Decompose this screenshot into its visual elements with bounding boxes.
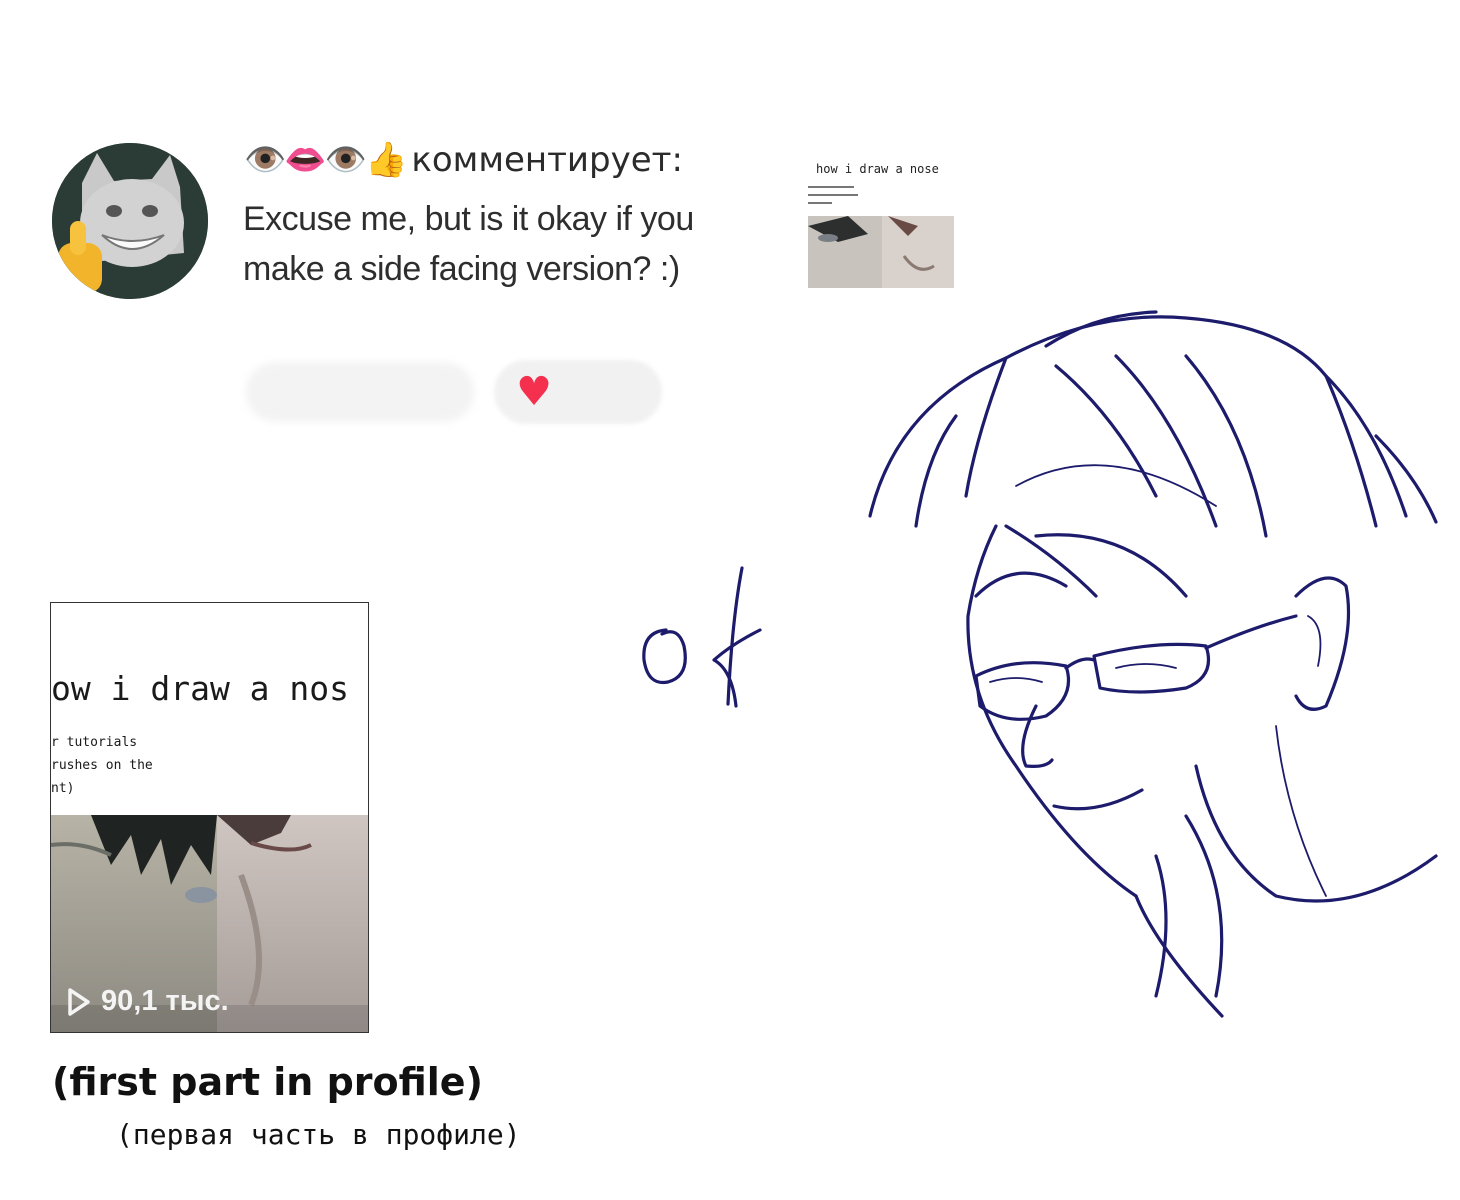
video-card-line-2: rushes on the: [51, 758, 153, 773]
play-icon: [68, 987, 90, 1016]
username-emoji[interactable]: 👁️👄👁️👍: [244, 140, 407, 180]
view-count-value: 90,1 тыс.: [101, 985, 229, 1017]
video-card-title: ow i draw a nos: [51, 669, 350, 708]
reference-video-thumbnail[interactable]: how i draw a nose: [808, 158, 954, 288]
commenter-avatar[interactable]: [52, 143, 208, 299]
reference-subtitle-lines: [808, 186, 858, 210]
comment-action-label: комментирует:: [411, 140, 683, 180]
video-card[interactable]: ow i draw a nos r tutorials rushes on th…: [50, 602, 369, 1033]
video-card-line-1: r tutorials: [51, 735, 138, 750]
character-sketch-drawing: [868, 310, 1438, 1018]
comment-text: Excuse me, but is it okay if you make a …: [243, 200, 694, 288]
comment-header: 👁️👄👁️👍 комментирует:: [244, 140, 683, 180]
video-card-line-3: nt): [51, 781, 75, 796]
reference-title: how i draw a nose: [816, 162, 939, 176]
heart-icon[interactable]: ♥: [512, 372, 556, 412]
handwritten-ok: [642, 566, 762, 708]
caption-english: (first part in profile): [52, 1060, 483, 1104]
caption-russian: (первая часть в профиле): [116, 1118, 521, 1151]
reference-preview-image: [808, 216, 954, 288]
reply-button-blurred[interactable]: [246, 362, 474, 422]
view-count: 90,1 тыс.: [67, 985, 229, 1018]
